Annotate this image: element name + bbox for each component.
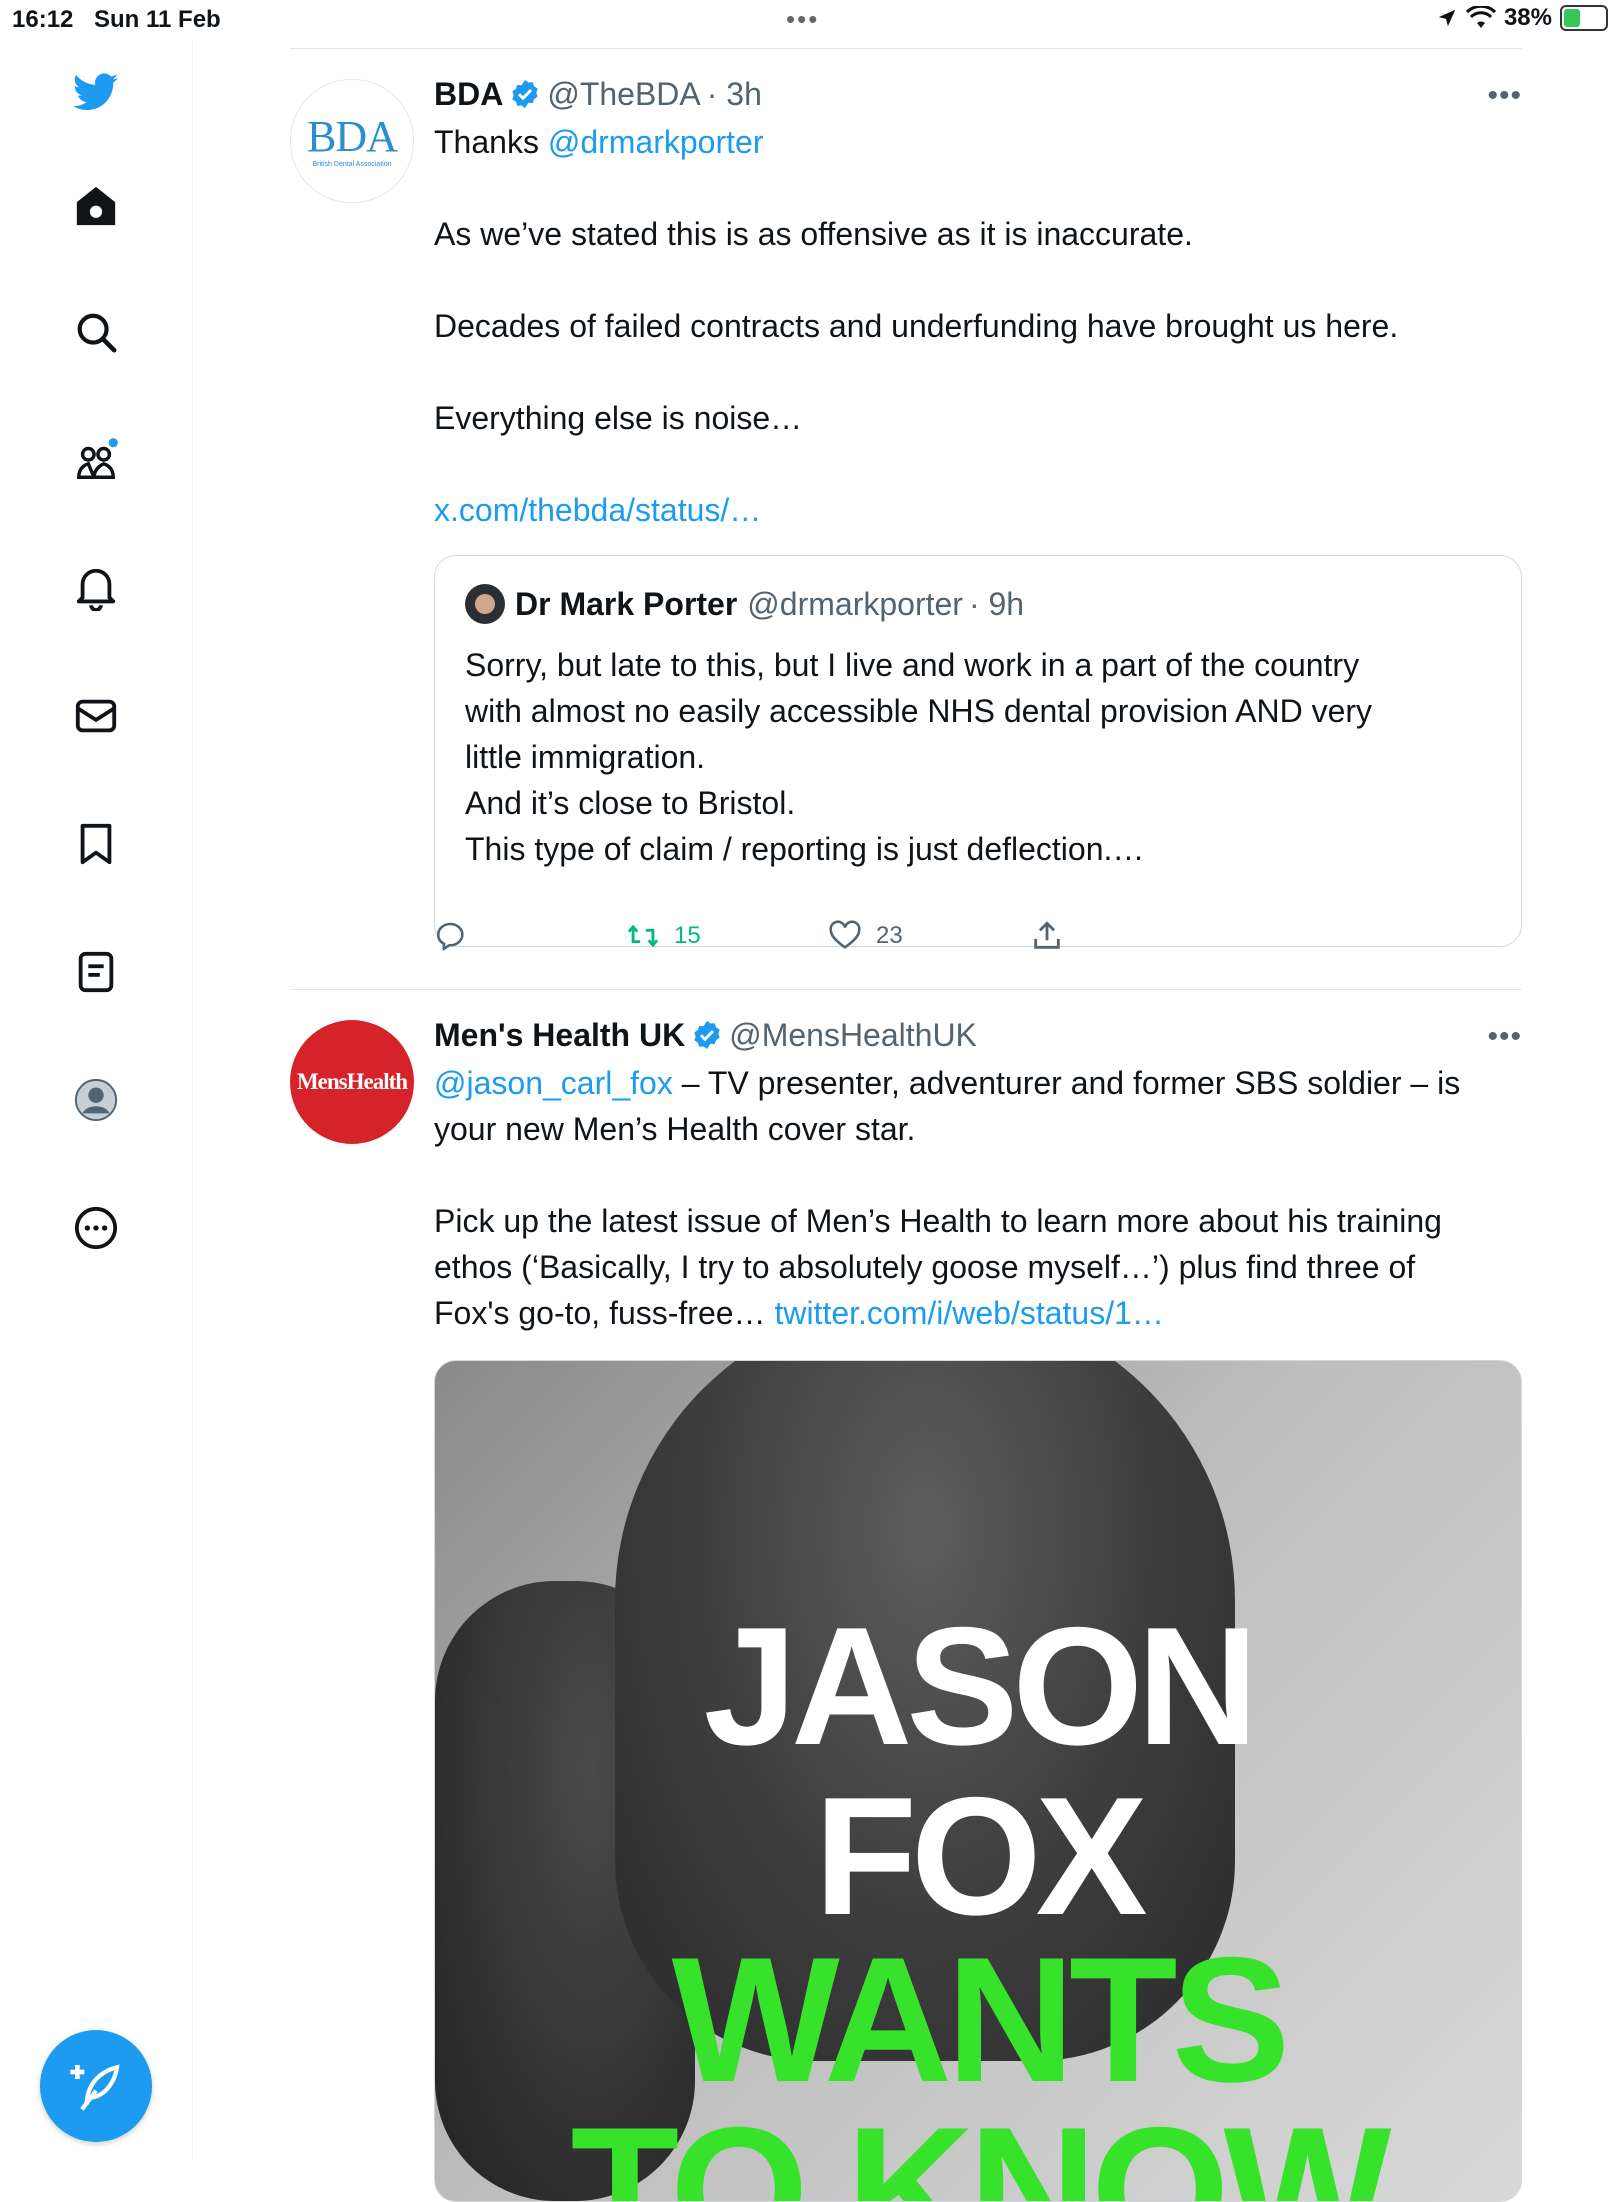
share-button[interactable] (1030, 919, 1064, 953)
quote-avatar (465, 584, 505, 624)
reply-icon (436, 922, 464, 952)
tweet-content: Men's Health UK @MensHealthUK ••• @jason… (434, 1010, 1522, 1336)
quote-line: little immigration. (465, 739, 706, 775)
status-indicators: 38% (1436, 4, 1608, 32)
retweet-count: 15 (674, 922, 701, 949)
quote-text: Sorry, but late to this, but I live and … (465, 642, 1485, 872)
heart-icon (829, 920, 861, 949)
more-options-icon[interactable]: ••• (1487, 79, 1522, 113)
verified-badge-icon (691, 1019, 723, 1051)
mention-link[interactable]: @drmarkporter (548, 124, 764, 160)
profile-avatar-icon[interactable] (64, 1068, 128, 1132)
author-name[interactable]: Men's Health UK (434, 1017, 685, 1054)
status-time: 16:12 (12, 6, 74, 33)
verified-badge-icon (509, 78, 541, 110)
cover-title-line: TO KNOW (570, 2090, 1392, 2202)
more-circle-icon[interactable] (64, 1196, 128, 1260)
quote-tweet[interactable]: Dr Mark Porter @drmarkporter · 9h Sorry,… (434, 555, 1522, 947)
tweet-header: BDA @TheBDA · 3h (434, 69, 1522, 119)
quote-author-name: Dr Mark Porter (515, 585, 738, 622)
quote-line: with almost no easily accessible NHS den… (465, 693, 1373, 729)
author-handle[interactable]: @TheBDA (547, 76, 700, 113)
tweet-actions: 15 23 (434, 919, 1134, 969)
more-options-icon[interactable]: ••• (1487, 1020, 1522, 1054)
author-handle[interactable]: @MensHealthUK (729, 1017, 977, 1054)
sidebar (0, 40, 193, 2160)
status-date: Sun 11 Feb (94, 6, 221, 33)
text-line: your new Men’s Health cover star. (434, 1111, 916, 1147)
tweet-text: Thanks @drmarkporter As we’ve stated thi… (434, 119, 1522, 533)
text-line: – TV presenter, adventurer and former SB… (672, 1065, 1461, 1101)
avatar-logo-text: MensHealth (296, 1069, 408, 1094)
avatar-logo-text: BDA (307, 111, 398, 161)
quote-line: Sorry, but late to this, but I live and … (465, 647, 1360, 683)
text-line: Pick up the latest issue of Men’s Health… (434, 1203, 1442, 1239)
paragraph-2: Decades of failed contracts and underfun… (434, 308, 1399, 344)
status-link[interactable]: x.com/thebda/status/… (434, 487, 1522, 533)
compose-feather-icon (70, 2064, 120, 2111)
author-name[interactable]: BDA (434, 76, 503, 113)
status-link[interactable]: twitter.com/i/web/status/1… (774, 1295, 1163, 1331)
location-arrow-icon (1438, 9, 1456, 27)
paragraph-3: Everything else is noise… (434, 400, 803, 436)
status-bar: 16:12 Sun 11 Feb ••• 38% (0, 0, 1620, 40)
avatar-menshealth[interactable]: MensHealth (290, 1020, 414, 1144)
quote-time: · 9h (968, 585, 1025, 622)
text-thanks: Thanks (434, 124, 548, 160)
avatar-logo-subtext: British Dental Association (312, 160, 392, 168)
lists-icon[interactable] (64, 940, 128, 1004)
compose-tweet-button[interactable] (40, 2030, 152, 2142)
battery-icon (1560, 5, 1608, 31)
cover-title-line: FOX (814, 1762, 1147, 1950)
cover-title-line: WANTS (671, 1920, 1291, 2119)
tweet-bda[interactable]: BDA British Dental Association BDA @TheB… (290, 49, 1522, 989)
wifi-icon (1465, 6, 1496, 28)
bookmark-icon[interactable] (64, 812, 128, 876)
home-icon[interactable] (64, 174, 128, 238)
battery-percent: 38% (1503, 4, 1552, 31)
search-icon[interactable] (64, 300, 128, 364)
text-line: ethos (‘Basically, I try to absolutely g… (434, 1249, 1416, 1285)
retweet-icon (627, 924, 659, 948)
tweet-header: Men's Health UK @MensHealthUK (434, 1010, 1522, 1060)
timeline: BDA British Dental Association BDA @TheB… (290, 48, 1522, 2202)
tweet-media-image[interactable]: JASON FOX WANTS TO KNOW (434, 1360, 1522, 2202)
quote-line: And it’s close to Bristol. (465, 785, 796, 821)
paragraph-1: As we’ve stated this is as offensive as … (434, 216, 1193, 252)
notifications-bell-icon[interactable] (64, 556, 128, 620)
mention-link[interactable]: @jason_carl_fox (434, 1065, 673, 1101)
like-button[interactable]: 23 (828, 919, 903, 953)
tweet-time[interactable]: · 3h (707, 76, 762, 113)
quote-header: Dr Mark Porter @drmarkporter · 9h (465, 584, 1024, 624)
retweet-button[interactable]: 15 (626, 919, 701, 953)
communities-icon[interactable] (64, 428, 128, 492)
messages-envelope-icon[interactable] (64, 684, 128, 748)
multitasking-dots[interactable]: ••• (786, 4, 819, 35)
quote-line: This type of claim / reporting is just d… (465, 831, 1145, 867)
like-count: 23 (876, 922, 903, 949)
cover-title-line: JASON (703, 1592, 1259, 1780)
avatar-bda[interactable]: BDA British Dental Association (290, 79, 414, 203)
tweet-content: BDA @TheBDA · 3h ••• Thanks @drmarkporte… (434, 69, 1522, 533)
tweet-menshealth[interactable]: MensHealth Men's Health UK @MensHealthUK… (290, 990, 1522, 2202)
twitter-logo-icon[interactable] (64, 60, 128, 124)
share-icon (1034, 921, 1060, 949)
text-line: Fox's go-to, fuss-free… (434, 1295, 775, 1331)
reply-button[interactable] (434, 919, 468, 953)
quote-author-handle: @drmarkporter (747, 585, 963, 622)
tweet-text: @jason_carl_fox – TV presenter, adventur… (434, 1060, 1522, 1336)
